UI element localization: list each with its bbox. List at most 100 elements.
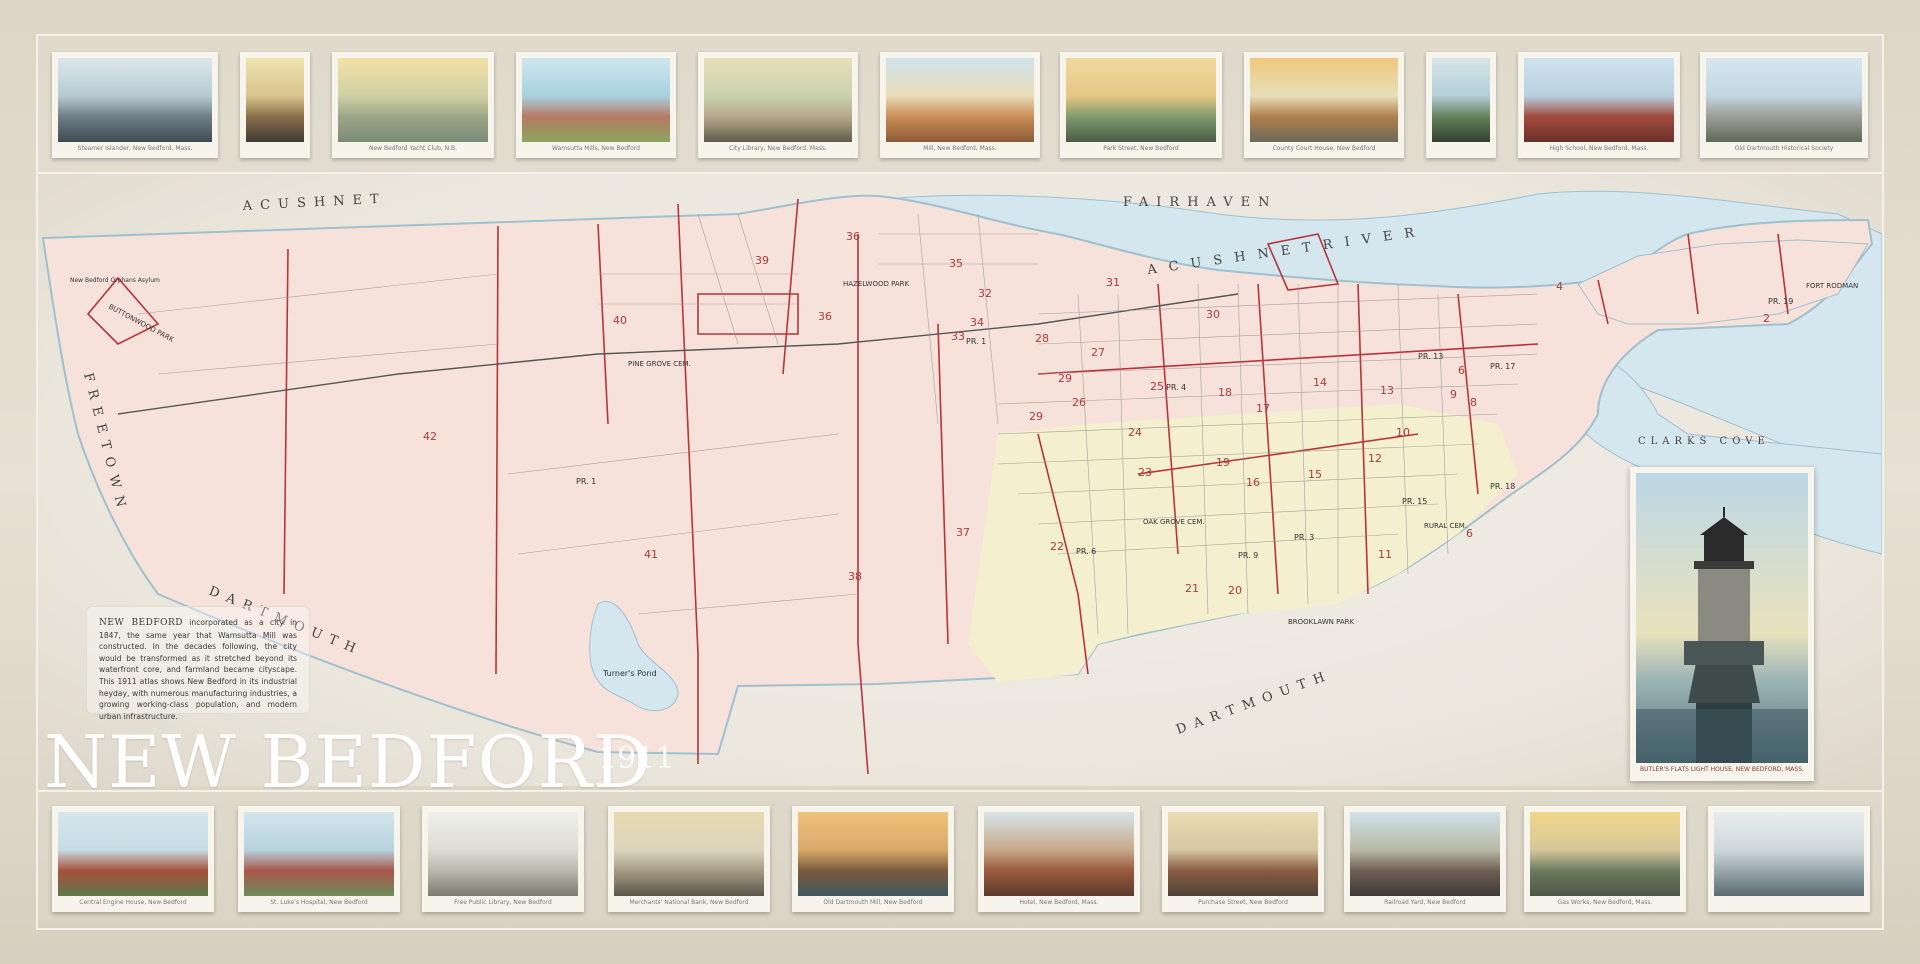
postcard-photo <box>58 812 208 896</box>
poster-year: 1911 <box>598 741 675 776</box>
intro-text: incorporated as a city in 1847, the same… <box>99 618 297 721</box>
ward-number: 14 <box>1313 376 1327 389</box>
precinct-label: PR. 17 <box>1490 362 1515 371</box>
ward-number: 23 <box>1138 466 1152 479</box>
postcard[interactable] <box>1708 806 1870 912</box>
postcard-caption: Gas Works, New Bedford, Mass. <box>1557 899 1653 906</box>
ward-number: 9 <box>1450 388 1457 401</box>
ward-number: 36 <box>846 230 860 243</box>
postcard[interactable]: Old Dartmouth Mill, New Bedford <box>792 806 954 912</box>
precinct-label: PR. 13 <box>1418 352 1443 361</box>
postcard[interactable]: Purchase Street, New Bedford <box>1162 806 1324 912</box>
ward-number: 28 <box>1035 332 1049 345</box>
intro-text-box: NEW BEDFORD incorporated as a city in 18… <box>86 606 310 721</box>
postcard[interactable]: City Library, New Bedford, Mass. <box>698 52 858 158</box>
postcard-photo <box>58 58 212 142</box>
ward-number: 21 <box>1185 582 1199 595</box>
poster-background: ACUSHNET FAIRHAVEN FREETOWN DARTMOUTH DA… <box>0 0 1920 964</box>
postcard-photo <box>1350 812 1500 896</box>
ward-number: 6 <box>1466 527 1473 540</box>
postcard-caption <box>1426 145 1496 156</box>
postcard-photo <box>614 812 764 896</box>
postcard-caption: Old Dartmouth Historical Society <box>1734 145 1834 152</box>
lighthouse-photo <box>1636 473 1808 763</box>
postcard-photo <box>1168 812 1318 896</box>
postcard-photo <box>1250 58 1398 142</box>
ward-number: 29 <box>1029 410 1043 423</box>
postcard[interactable]: High School, New Bedford, Mass. <box>1518 52 1680 158</box>
postcard-caption: Railroad Yard, New Bedford <box>1384 899 1466 906</box>
ward-number: 15 <box>1308 468 1322 481</box>
ward-number: 35 <box>949 257 963 270</box>
postcard-photo <box>1530 812 1680 896</box>
postcard-caption: Wamsutta Mills, New Bedford <box>552 145 640 152</box>
postcard-photo <box>886 58 1034 142</box>
precinct-label: PR. 15 <box>1402 497 1427 506</box>
ward-number: 34 <box>970 316 984 329</box>
ward-number: 10 <box>1396 426 1410 439</box>
lighthouse-icon <box>1636 507 1808 763</box>
town-label-fairhaven: FAIRHAVEN <box>1123 195 1278 210</box>
postcard[interactable]: Hotel, New Bedford, Mass. <box>978 806 1140 912</box>
postcard-caption <box>240 145 310 156</box>
postcard-photo <box>1432 58 1490 142</box>
place-label-rural-cem: RURAL CEM. <box>1424 522 1467 530</box>
lighthouse-caption: BUTLER'S FLATS LIGHT HOUSE, NEW BEDFORD,… <box>1640 766 1804 773</box>
ward-number: 36 <box>818 310 832 323</box>
postcard-caption: New Bedford Yacht Club, N.B. <box>368 145 458 152</box>
postcard[interactable]: Railroad Yard, New Bedford <box>1344 806 1506 912</box>
ward-number: 40 <box>613 314 627 327</box>
postcard-photo <box>1714 812 1864 896</box>
lighthouse-postcard[interactable]: BUTLER'S FLATS LIGHT HOUSE, NEW BEDFORD,… <box>1630 467 1814 781</box>
postcard[interactable]: Steamer Islander, New Bedford, Mass. <box>52 52 218 158</box>
postcard[interactable]: Gas Works, New Bedford, Mass. <box>1524 806 1686 912</box>
postcard-caption: Merchants' National Bank, New Bedford <box>629 899 749 906</box>
precinct-label: PR. 1 <box>576 477 596 486</box>
postcard-photo <box>244 812 394 896</box>
postcard-photo <box>522 58 670 142</box>
ward-number: 12 <box>1368 452 1382 465</box>
ward-number: 38 <box>848 570 862 583</box>
postcard-photo <box>1066 58 1216 142</box>
postcard-caption: Purchase Street, New Bedford <box>1198 899 1288 906</box>
ward-number: 29 <box>1058 372 1072 385</box>
postcard[interactable]: County Court House, New Bedford <box>1244 52 1404 158</box>
ward-number: 37 <box>956 526 970 539</box>
postcard-caption: Park Street, New Bedford <box>1103 145 1179 152</box>
postcard[interactable]: Central Engine House, New Bedford <box>52 806 214 912</box>
postcard-photo <box>798 812 948 896</box>
place-label-buttonwood-park: BUTTONWOOD PARK <box>107 303 175 344</box>
postcard-caption: St. Luke's Hospital, New Bedford <box>270 899 368 906</box>
ward-number: 30 <box>1206 308 1220 321</box>
place-label-oak-grove-cem: OAK GROVE CEM. <box>1143 518 1205 526</box>
postcard[interactable]: Free Public Library, New Bedford <box>422 806 584 912</box>
precinct-label: PR. 9 <box>1238 551 1258 560</box>
ward-number: 27 <box>1091 346 1105 359</box>
ward-number: 11 <box>1378 548 1392 561</box>
ward-number: 4 <box>1556 280 1563 293</box>
postcard[interactable]: Old Dartmouth Historical Society <box>1700 52 1868 158</box>
precinct-label: PR. 6 <box>1076 547 1096 556</box>
postcard[interactable]: Merchants' National Bank, New Bedford <box>608 806 770 912</box>
postcard-photo <box>338 58 488 142</box>
postcard[interactable] <box>1426 52 1496 158</box>
ward-number: 19 <box>1216 456 1230 469</box>
ward-number: 16 <box>1246 476 1260 489</box>
ward-number: 20 <box>1228 584 1242 597</box>
postcard[interactable]: Park Street, New Bedford <box>1060 52 1222 158</box>
postcard[interactable] <box>240 52 310 158</box>
postcard-caption: Mill, New Bedford, Mass. <box>923 145 997 152</box>
precinct-label: PR. 4 <box>1166 383 1186 392</box>
postcard[interactable]: New Bedford Yacht Club, N.B. <box>332 52 494 158</box>
postcard[interactable]: St. Luke's Hospital, New Bedford <box>238 806 400 912</box>
ward-number: 31 <box>1106 276 1120 289</box>
town-label-acushnet: ACUSHNET <box>241 191 387 214</box>
ward-number: 8 <box>1470 396 1477 409</box>
postcard[interactable]: Mill, New Bedford, Mass. <box>880 52 1040 158</box>
ward-number: 25 <box>1150 380 1164 393</box>
postcard-caption: Free Public Library, New Bedford <box>454 899 552 906</box>
postcard[interactable]: Wamsutta Mills, New Bedford <box>516 52 676 158</box>
postcard-caption: Central Engine House, New Bedford <box>79 899 187 906</box>
place-label-brooklawn-park: BROOKLAWN PARK <box>1288 618 1355 626</box>
postcard-caption <box>1708 899 1870 910</box>
